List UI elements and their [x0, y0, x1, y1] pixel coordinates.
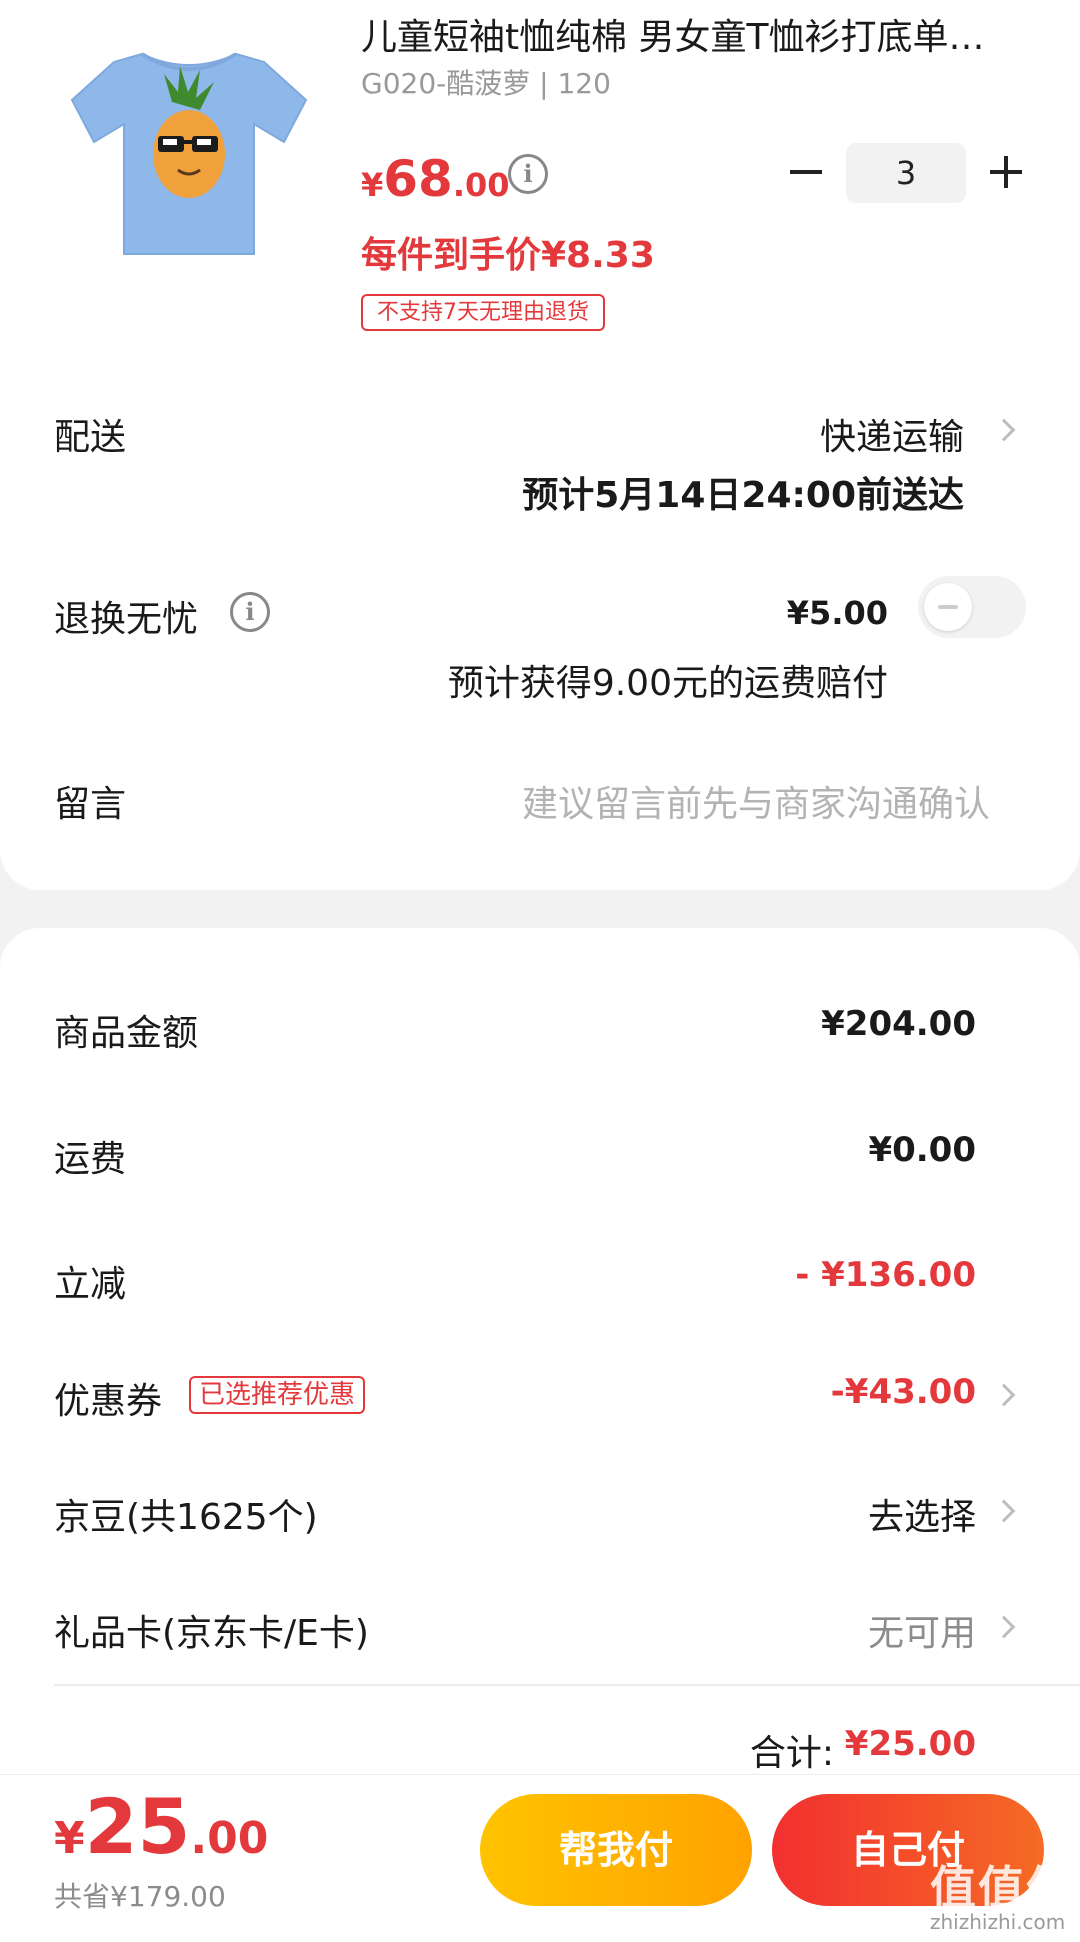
- price-integer: 68: [383, 150, 453, 208]
- shipping-label: 运费: [54, 1139, 127, 1180]
- price-currency: ¥: [361, 166, 384, 204]
- watermark-logo: 值值值: [930, 1861, 1074, 1915]
- message-input[interactable]: 建议留言前先与商家沟通确认: [522, 775, 990, 827]
- discount-label: 立减: [54, 1264, 127, 1305]
- jd-beans-label: 京豆(共1625个): [54, 1497, 318, 1538]
- gift-card-value[interactable]: 无可用: [868, 1604, 976, 1656]
- gift-card-label: 礼品卡(京东卡/E卡): [54, 1613, 369, 1654]
- watermark-domain: zhizhizhi.com: [930, 1910, 1066, 1934]
- shipping-value: ¥0.00: [868, 1130, 976, 1170]
- delivery-label: 配送: [54, 417, 127, 458]
- pay-amount: ¥25.00: [54, 1782, 268, 1871]
- product-title[interactable]: 儿童短袖t恤纯棉 男女童T恤衫打底单…: [361, 8, 1021, 60]
- product-thumbnail[interactable]: [54, 14, 319, 279]
- discount-value: - ¥136.00: [795, 1255, 976, 1295]
- info-icon[interactable]: i: [508, 154, 548, 194]
- return-insurance-note: 预计获得9.00元的运费赔付: [447, 663, 888, 704]
- minus-icon[interactable]: [790, 170, 822, 174]
- coupon-value[interactable]: -¥43.00: [831, 1372, 976, 1412]
- unit-price: 每件到手价¥8.33: [361, 235, 655, 276]
- coupon-label: 优惠券: [54, 1381, 163, 1422]
- return-insurance-price: ¥5.00: [786, 594, 888, 632]
- info-icon[interactable]: i: [230, 592, 270, 632]
- delivery-eta: 预计5月14日24:00前送达: [522, 475, 964, 516]
- jd-beans-value[interactable]: 去选择: [868, 1488, 976, 1540]
- toggle-knob: [924, 583, 972, 631]
- price-decimal: .00: [452, 166, 510, 204]
- saved-amount: 共省¥179.00: [54, 1880, 226, 1913]
- help-pay-button[interactable]: 帮我付: [480, 1794, 752, 1906]
- return-insurance-toggle[interactable]: [918, 576, 1026, 638]
- total-value: ¥25.00: [844, 1724, 976, 1764]
- product-spec: G020-酷菠萝 | 120: [361, 67, 611, 100]
- pay-currency: ¥: [54, 1813, 85, 1864]
- summary-divider: [54, 1684, 1080, 1686]
- goods-amount-label: 商品金额: [54, 1013, 199, 1054]
- no-return-badge: 不支持7天无理由退货: [361, 294, 605, 331]
- product-price: ¥68.00: [361, 150, 510, 208]
- coupon-tag: 已选推荐优惠: [189, 1376, 366, 1414]
- delivery-method[interactable]: 快递运输: [820, 408, 964, 460]
- message-label: 留言: [54, 784, 127, 825]
- total-label: 合计:: [749, 1733, 834, 1774]
- return-insurance-label: 退换无忧: [54, 599, 199, 640]
- pay-decimal: .00: [190, 1813, 269, 1864]
- quantity-input[interactable]: 3: [846, 143, 966, 203]
- pay-integer: 25: [84, 1782, 191, 1871]
- goods-amount-value: ¥204.00: [821, 1004, 976, 1044]
